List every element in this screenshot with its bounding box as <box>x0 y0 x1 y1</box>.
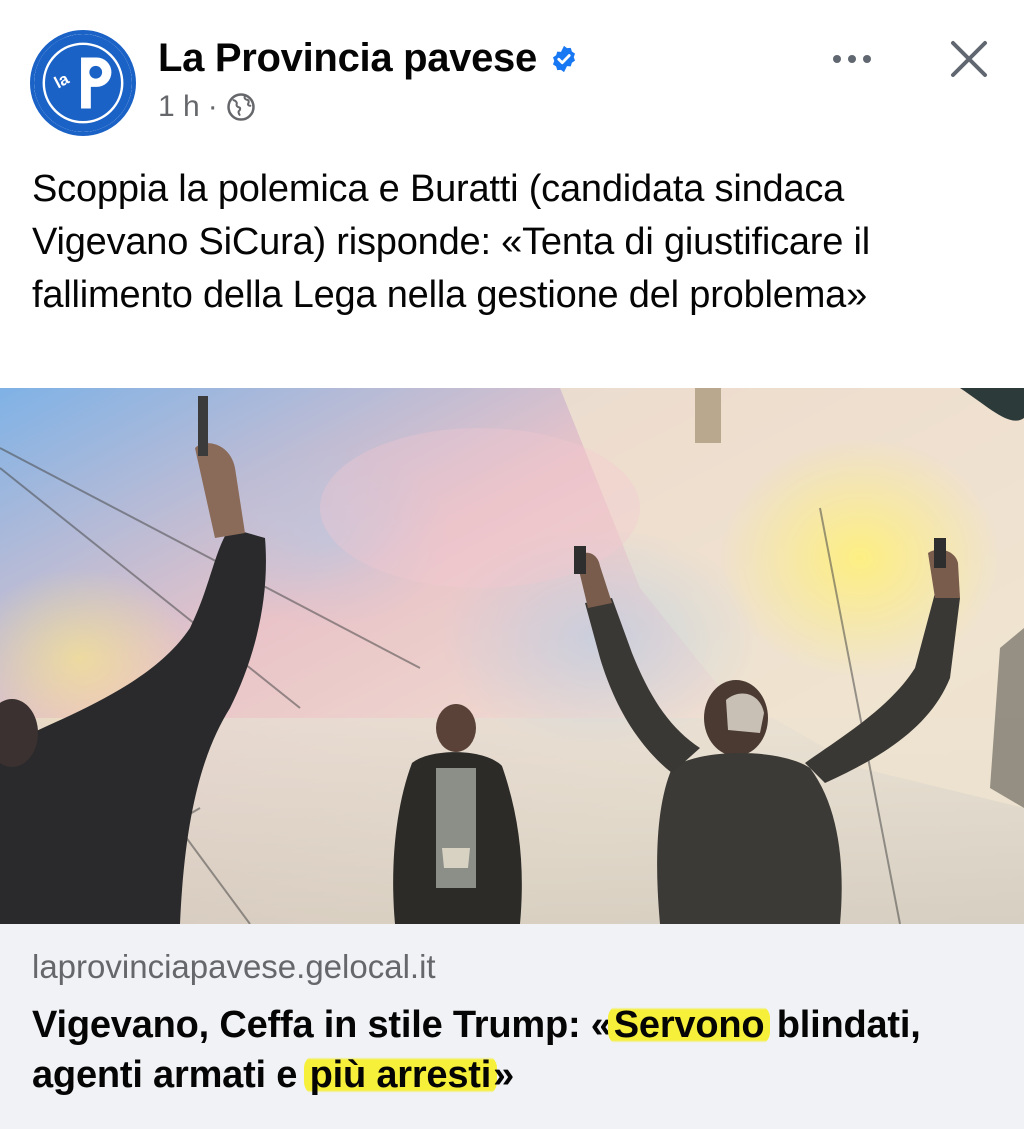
post-caption: Scoppia la polemica e Buratti (candidata… <box>32 168 871 316</box>
page-name-row: La Provincia pavese <box>158 36 579 81</box>
link-preview-card[interactable]: laprovinciapavese.gelocal.it Vigevano, C… <box>0 924 1024 1129</box>
link-preview-image[interactable] <box>0 388 1024 924</box>
globe-icon[interactable] <box>226 92 256 122</box>
link-title-part: Vigevano, Ceffa in stile Trump: « <box>32 1004 612 1046</box>
close-icon <box>951 41 987 77</box>
la-provincia-pavese-logo: la <box>34 34 132 132</box>
highlighted-text: Servono <box>607 1004 771 1046</box>
link-domain: laprovinciapavese.gelocal.it <box>32 948 436 985</box>
more-horizontal-icon <box>833 55 871 63</box>
page-name[interactable]: La Provincia pavese <box>158 36 537 81</box>
close-button[interactable] <box>940 30 998 88</box>
link-title[interactable]: Vigevano, Ceffa in stile Trump: «Servono… <box>32 1000 992 1100</box>
meta-separator: · <box>207 90 218 123</box>
page-avatar[interactable]: la <box>30 30 136 136</box>
post-header: la La Provincia pavese 1 h · <box>0 0 1024 150</box>
link-title-part: » <box>493 1054 515 1096</box>
more-options-button[interactable] <box>822 36 882 82</box>
highlighted-text: più arresti <box>303 1054 498 1096</box>
post-timestamp[interactable]: 1 h <box>158 90 200 124</box>
verified-badge-icon <box>549 44 579 74</box>
post-meta: 1 h · <box>158 90 256 124</box>
